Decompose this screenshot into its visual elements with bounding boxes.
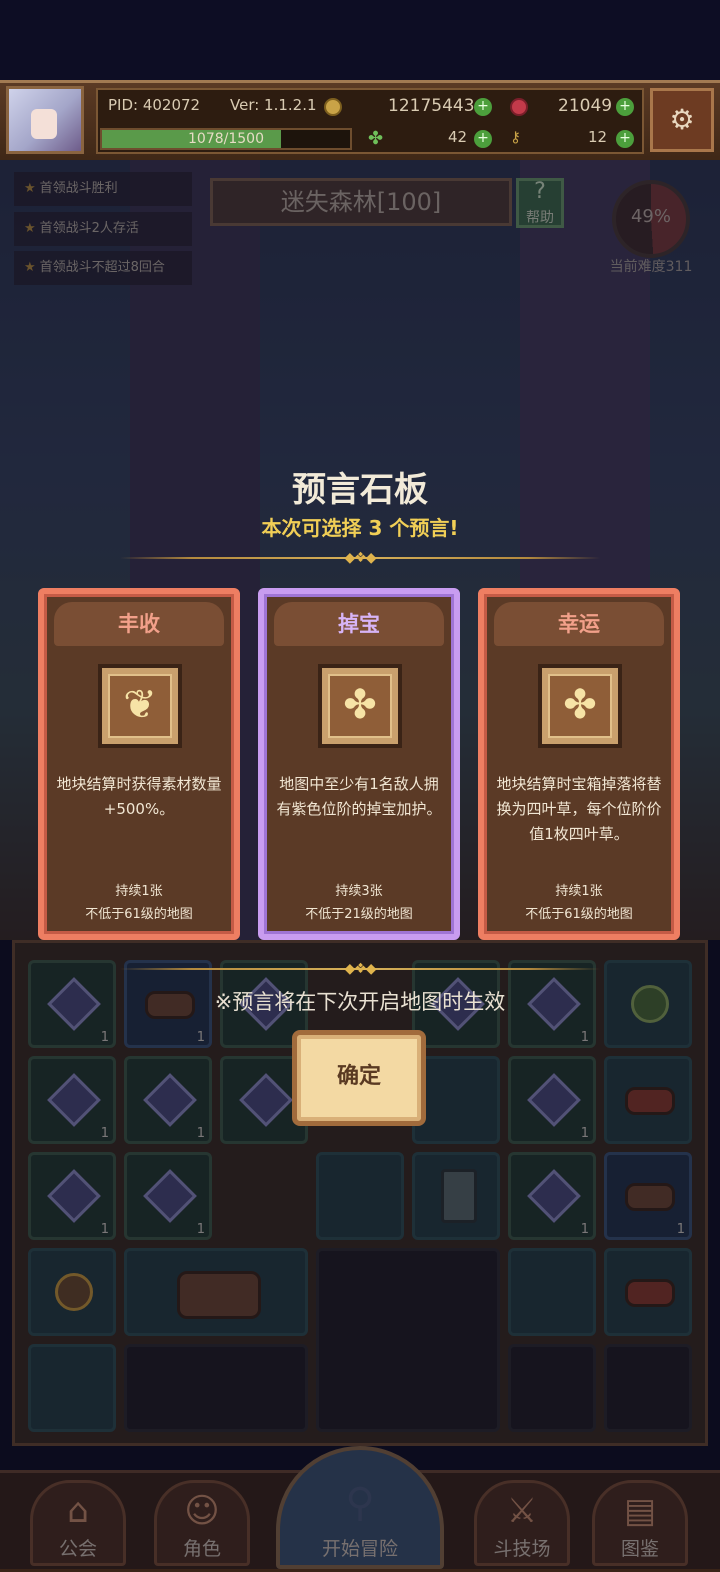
gem-amount: 21049 [558,96,613,116]
add-gem-icon[interactable]: + [616,98,634,116]
card-duration: 持续1张 [115,884,163,899]
card-icon-frame: ❦ [98,664,182,748]
exp-bar: 1078/1500 [100,128,352,150]
confirm-button[interactable]: 确定 [292,1030,426,1126]
card-icon-frame: ✤ [318,664,402,748]
add-gold-icon[interactable]: + [474,98,492,116]
card-requirement: 不低于61级的地图 [85,907,193,922]
red-gem-icon [510,98,528,116]
card-description: 地图中至少有1名敌人拥有紫色位阶的掉宝加护。 [276,775,442,818]
clover-icon: ✤ [328,674,392,738]
settings-button[interactable]: ⚙ [650,88,714,152]
ornament-icon: ◆❖◆ [344,550,376,566]
player-avatar[interactable] [6,86,84,154]
card-duration: 持续3张 [335,884,383,899]
gold-amount: 12175443 [388,96,475,116]
prophecy-note: ※预言将在下次开启地图时生效 [214,990,506,1014]
card-footer: 持续1张 不低于61级的地图 [484,880,674,926]
card-description: 地块结算时宝箱掉落将替换为四叶草，每个位阶价值1枚四叶草。 [496,775,662,843]
card-description: 地块结算时获得素材数量+500%。 [56,775,222,818]
card-footer: 持续3张 不低于21级的地图 [264,880,454,926]
gold-coin-icon [324,98,342,116]
clover-icon: ✤ [368,128,384,149]
card-duration: 持续1张 [555,884,603,899]
card-footer: 持续1张 不低于61级的地图 [44,880,234,926]
exp-text: 1078/1500 [188,131,264,147]
clover-amount: 42 [448,128,468,146]
card-icon-frame: ✤ [538,664,622,748]
prophecy-card[interactable]: 掉宝 ✤ 地图中至少有1名敌人拥有紫色位阶的掉宝加护。 持续3张 不低于21级的… [258,588,460,940]
wheat-icon: ❦ [108,674,172,738]
gear-icon: ⚙ [669,103,695,136]
prophecy-card[interactable]: 丰收 ❦ 地块结算时获得素材数量+500%。 持续1张 不低于61级的地图 [38,588,240,940]
card-requirement: 不低于61级的地图 [525,907,633,922]
player-id: PID: 402072 [108,96,201,114]
prophecy-card[interactable]: 幸运 ✤ 地块结算时宝箱掉落将替换为四叶草，每个位阶价值1枚四叶草。 持续1张 … [478,588,680,940]
game-version: Ver: 1.1.2.1 [230,96,317,114]
card-title: 幸运 [494,602,664,646]
key-amount: 12 [588,128,608,146]
key-icon: ⚷ [510,128,521,146]
clover-icon: ✤ [548,674,612,738]
card-title: 丰收 [54,602,224,646]
card-title: 掉宝 [274,602,444,646]
add-clover-icon[interactable]: + [474,130,492,148]
card-requirement: 不低于21级的地图 [305,907,413,922]
modal-title: 预言石板 [292,470,428,510]
add-key-icon[interactable]: + [616,130,634,148]
modal-subtitle: 本次可选择 3 个预言! [261,516,459,540]
ornament-icon: ◆❖◆ [344,961,376,977]
